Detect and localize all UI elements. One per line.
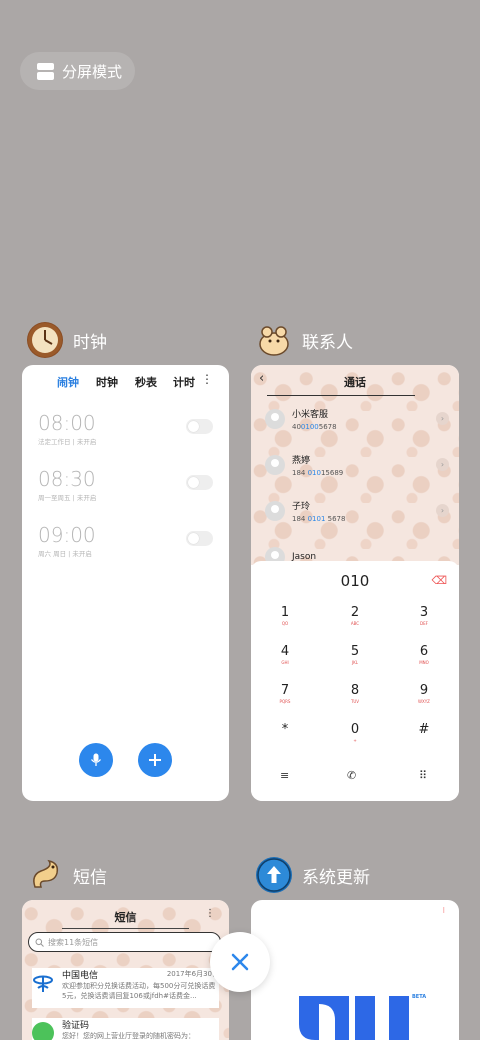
menu-icon[interactable]: ≡ [280, 769, 289, 782]
contact-number: 184 01015689 [292, 469, 344, 477]
split-screen-button[interactable]: 分屏模式 [20, 52, 135, 90]
chevron-right-icon[interactable]: › [436, 504, 449, 517]
message-preview: 欢迎参加积分兑换话费活动，每500分可兑换话费5元，兑换话费请回复106或jfd… [62, 982, 216, 1000]
dialpad-icon[interactable]: ⠿ [419, 769, 427, 782]
tab-clock[interactable]: 时钟 [96, 374, 118, 390]
sender-name: 中国电信 [62, 971, 99, 981]
phone-icon[interactable]: ✆ [347, 769, 356, 782]
tab-stopwatch[interactable]: 秒表 [135, 374, 157, 390]
clock-app-card[interactable]: 闹钟 时钟 秒表 计时 ⋮ 08:00 法定工作日 | 未开启 08:30 周一… [22, 365, 229, 801]
split-screen-label: 分屏模式 [62, 62, 123, 81]
contacts-app-title: 联系人 [302, 332, 353, 353]
dial-key[interactable]: # [404, 722, 444, 738]
search-placeholder: 搜索11条短信 [48, 937, 99, 947]
dial-key[interactable]: 4 GHI [265, 644, 305, 665]
clock-app-title: 时钟 [73, 332, 107, 353]
alarm-item[interactable]: 08:00 法定工作日 | 未开启 [38, 411, 213, 451]
dialer-panel: 010 ⌫ 1 QO 2 ABC 3 DEF 4 GHI 5 JKL 6 MNO 7 PQRS… [251, 561, 459, 801]
alarm-item[interactable]: 08:30 周一至周五 | 未开启 [38, 467, 213, 507]
alarm-toggle[interactable] [186, 419, 213, 434]
avatar-icon [265, 501, 285, 521]
contacts-app-card[interactable]: ‹ 通话 小米客服 4001005678 › 燕婷 184 01015689 ›… [251, 365, 459, 801]
divider [62, 928, 189, 929]
close-icon [231, 953, 249, 971]
tab-alarm[interactable]: 闹钟 [57, 374, 79, 390]
dial-input[interactable]: 010 [251, 572, 459, 590]
messages-app-card[interactable]: 短信 ⋮ 搜索11条短信 中国电信 2017年6月30日 欢迎参加积分兑换话费活… [22, 900, 229, 1040]
alarm-subtitle: 周六 周日 | 未开启 [38, 550, 92, 558]
message-preview: 您好！您的网上营业厅登录的随机密码为： [62, 1032, 195, 1040]
update-arrow-icon [256, 857, 292, 893]
contact-number: 184 0101 5678 [292, 515, 346, 523]
alarm-item[interactable]: 09:00 周六 周日 | 未开启 [38, 523, 213, 563]
dial-key[interactable]: 3 DEF [404, 605, 444, 626]
snake-icon [27, 857, 63, 893]
dial-key[interactable]: 5 JKL [335, 644, 375, 665]
alarm-subtitle: 法定工作日 | 未开启 [38, 438, 97, 446]
avatar-icon [265, 409, 285, 429]
backspace-icon[interactable]: ⌫ [431, 574, 447, 587]
china-telecom-icon [32, 972, 54, 994]
update-app-title: 系统更新 [302, 867, 370, 888]
contact-name: 小米客服 [292, 410, 329, 420]
contacts-app-header[interactable]: 联系人 [256, 322, 353, 358]
clock-app-header[interactable]: 时钟 [27, 322, 107, 358]
dial-key[interactable]: 0 + [335, 722, 375, 743]
search-icon [35, 938, 44, 947]
dial-key[interactable]: 7 PQRS [265, 683, 305, 704]
microphone-icon [90, 753, 102, 766]
dial-key[interactable]: * [265, 722, 305, 738]
alarm-toggle[interactable] [186, 475, 213, 490]
contact-name: 子玲 [292, 502, 311, 512]
contact-number: 4001005678 [292, 423, 337, 431]
contact-item[interactable]: 子玲 184 0101 5678 › [265, 494, 449, 528]
tab-timer[interactable]: 计时 [173, 374, 195, 390]
messages-app-title: 短信 [73, 867, 107, 888]
chat-bubble-icon [32, 1022, 54, 1040]
page-title: 通话 [344, 376, 366, 389]
add-alarm-button[interactable] [138, 743, 172, 777]
contact-item[interactable]: 小米客服 4001005678 › [265, 402, 449, 436]
dial-key[interactable]: 8 TUV [335, 683, 375, 704]
split-screen-icon [37, 62, 54, 80]
messages-app-header[interactable]: 短信 [27, 857, 107, 893]
dial-key[interactable]: 2 ABC [335, 605, 375, 626]
more-icon[interactable]: ⋮ [201, 372, 213, 386]
beta-label: BETA [412, 994, 427, 1000]
chevron-right-icon[interactable]: › [436, 412, 449, 425]
message-item[interactable]: 验证码 您好！您的网上营业厅登录的随机密码为： [32, 1018, 219, 1040]
avatar-icon [265, 455, 285, 475]
dial-key[interactable]: 9 WXYZ [404, 683, 444, 704]
search-input[interactable]: 搜索11条短信 [28, 932, 221, 952]
more-icon[interactable]: ⁝ [442, 906, 445, 915]
miui-logo-icon [299, 996, 409, 1040]
hamster-icon [256, 322, 292, 358]
alarm-subtitle: 周一至周五 | 未开启 [38, 494, 97, 502]
dial-key[interactable]: 6 MNO [404, 644, 444, 665]
page-title: 短信 [114, 911, 137, 924]
sender-name: 验证码 [62, 1021, 90, 1031]
divider [267, 395, 415, 396]
chevron-right-icon[interactable]: › [436, 458, 449, 471]
plus-icon [149, 754, 161, 766]
update-app-header[interactable]: 系统更新 [256, 857, 370, 893]
clock-app-icon [27, 322, 63, 358]
contact-name: 燕婷 [292, 456, 311, 466]
close-all-button[interactable] [210, 932, 270, 992]
message-item[interactable]: 中国电信 2017年6月30日 欢迎参加积分兑换话费活动，每500分可兑换话费5… [32, 968, 219, 1008]
dial-key[interactable]: 1 QO [265, 605, 305, 626]
alarm-toggle[interactable] [186, 531, 213, 546]
more-icon[interactable]: ⋮ [205, 908, 215, 919]
voice-alarm-button[interactable] [79, 743, 113, 777]
update-app-card[interactable]: ⁝ BETA [251, 900, 459, 1040]
contact-item[interactable]: 燕婷 184 01015689 › [265, 448, 449, 482]
